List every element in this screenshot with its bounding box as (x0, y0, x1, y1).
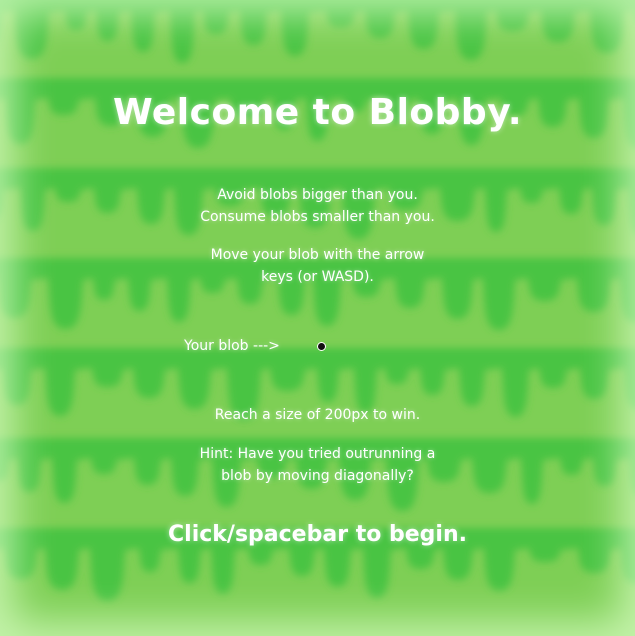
rules-line: Avoid blobs bigger than you. (217, 187, 418, 203)
goal-text: Reach a size of 200px to win. (150, 404, 485, 426)
goal-line: Reach a size of 200px to win. (214, 407, 421, 423)
rules-line: Consume blobs smaller than you. (200, 209, 435, 225)
hint-line: blob by moving diagonally? (221, 468, 414, 484)
controls-line: Move your blob with the arrow (210, 247, 425, 263)
game-title: Welcome to Blobby. (112, 92, 523, 133)
your-blob-label: Your blob ---> (184, 338, 280, 354)
rules-text: Avoid blobs bigger than you. Consume blo… (150, 184, 485, 228)
game-canvas[interactable]: Welcome to Blobby. Avoid blobs bigger th… (0, 0, 635, 636)
slime-drip-band (0, 0, 635, 63)
hint-text: Hint: Have you tried outrunning a blob b… (150, 443, 485, 487)
hint-line: Hint: Have you tried outrunning a (199, 446, 436, 462)
controls-line: keys (or WASD). (261, 269, 374, 285)
controls-text: Move your blob with the arrow keys (or W… (150, 244, 485, 288)
player-blob (317, 342, 326, 351)
start-prompt[interactable]: Click/spacebar to begin. (0, 522, 635, 547)
